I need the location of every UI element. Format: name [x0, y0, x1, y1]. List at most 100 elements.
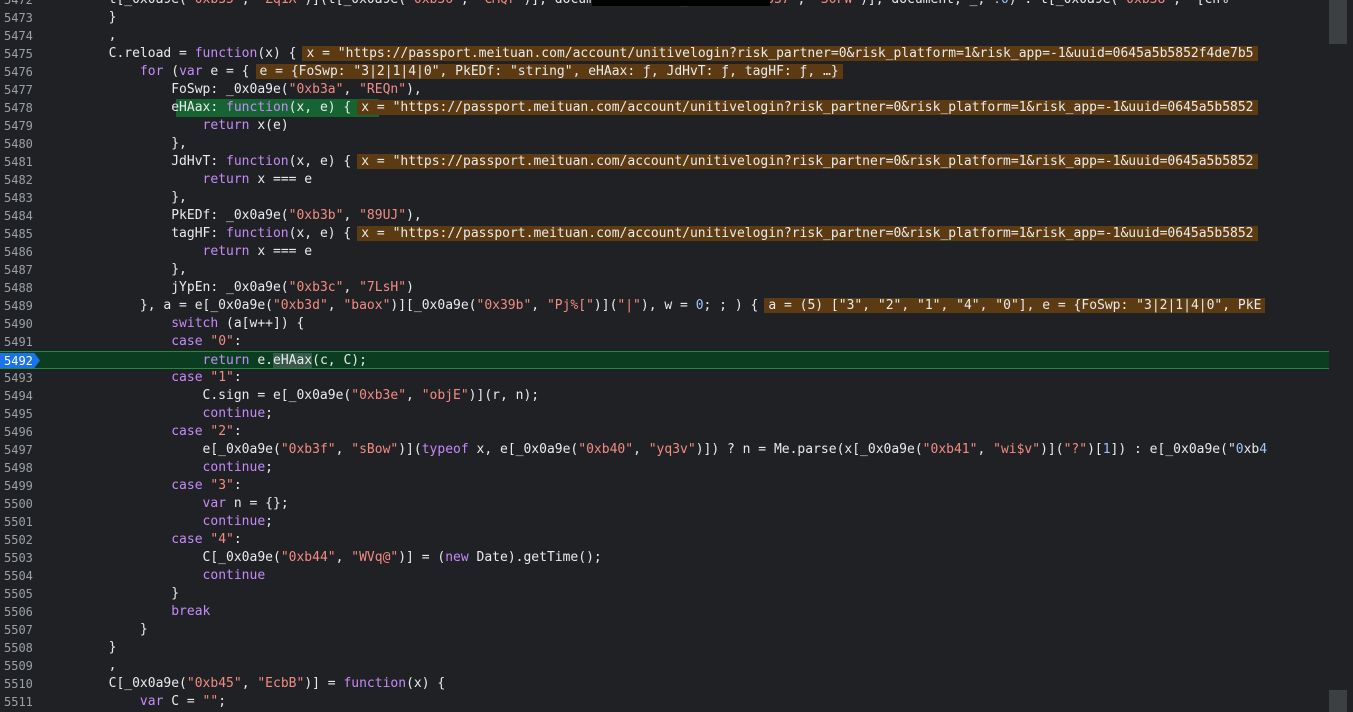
source-code-editor[interactable]: 5472 t[_0x0a9e("0xb35", "Zq1X")](t[_0x0a…: [0, 0, 1329, 712]
line-number[interactable]: 5494: [0, 387, 42, 405]
inline-value-preview[interactable]: x = "https://passport.meituan.com/accoun…: [357, 100, 1258, 115]
code-text: }: [46, 622, 148, 637]
code-line[interactable]: 5503 C[_0x0a9e("0xb44", "WVq@")] = (new …: [0, 549, 1329, 567]
code-line[interactable]: 5496 case "2":: [0, 423, 1329, 441]
line-number[interactable]: 5484: [0, 207, 42, 225]
code-line[interactable]: 5479 return x(e): [0, 117, 1329, 135]
code-text: break: [171, 604, 211, 619]
line-number[interactable]: 5495: [0, 405, 42, 423]
inline-value-preview[interactable]: e = {FoSwp: "3|2|1|4|0", PkEDf: "string"…: [255, 64, 843, 79]
code-lines: 5472 t[_0x0a9e("0xb35", "Zq1X")](t[_0x0a…: [0, 0, 1329, 711]
code-line[interactable]: 5491 case "0":: [0, 333, 1329, 351]
line-number[interactable]: 5492: [4, 352, 33, 370]
code-line[interactable]: 5483 },: [0, 189, 1329, 207]
code-text: }: [46, 586, 180, 601]
code-line[interactable]: 5510 C[_0x0a9e("0xb45", "EcbB")] = funct…: [0, 675, 1329, 693]
code-line[interactable]: 5502 case "4":: [0, 531, 1329, 549]
line-number[interactable]: 5491: [0, 333, 42, 351]
code-line[interactable]: 5481 JdHvT: function(x, e) {x = "https:/…: [0, 153, 1329, 171]
code-line[interactable]: 5489 }, a = e[_0x0a9e("0xb3d", "baox")][…: [0, 297, 1329, 315]
line-number[interactable]: 5499: [0, 477, 42, 495]
line-number[interactable]: 5482: [0, 171, 42, 189]
line-number[interactable]: 5486: [0, 243, 42, 261]
line-number[interactable]: 5489: [0, 297, 42, 315]
code-line[interactable]: 5477 FoSwp: _0x0a9e("0xb3a", "REQn"),: [0, 81, 1329, 99]
line-number[interactable]: 5500: [0, 495, 42, 513]
line-number[interactable]: 5506: [0, 603, 42, 621]
code-line[interactable]: 5495 continue;: [0, 405, 1329, 423]
line-number[interactable]: 5507: [0, 621, 42, 639]
code-line[interactable]: 5511 var C = "";: [0, 693, 1329, 711]
line-number[interactable]: 5497: [0, 441, 42, 459]
line-number[interactable]: 5478: [0, 99, 42, 117]
line-number[interactable]: 5477: [0, 81, 42, 99]
line-number[interactable]: 5498: [0, 459, 42, 477]
code-line[interactable]: 5506 break: [0, 603, 1329, 621]
code-line[interactable]: 5487 },: [0, 261, 1329, 279]
code-text: }: [46, 640, 117, 655]
code-line[interactable]: 5486 return x === e: [0, 243, 1329, 261]
code-line[interactable]: 5498 continue;: [0, 459, 1329, 477]
line-number[interactable]: 5501: [0, 513, 42, 531]
code-line[interactable]: 5497 e[_0x0a9e("0xb3f", "sBow")](typeof …: [0, 441, 1329, 459]
code-line[interactable]: 5488 jYpEn: _0x0a9e("0xb3c", "7LsH"): [0, 279, 1329, 297]
code-line[interactable]: 5482 return x === e: [0, 171, 1329, 189]
line-number[interactable]: 5476: [0, 63, 42, 81]
code-line[interactable]: 5501 continue;: [0, 513, 1329, 531]
code-line[interactable]: 5507 }: [0, 621, 1329, 639]
code-line[interactable]: 5493 case "1":: [0, 369, 1329, 387]
line-number[interactable]: 5493: [0, 369, 42, 387]
code-line[interactable]: 5476 for (var e = {e = {FoSwp: "3|2|1|4|…: [0, 63, 1329, 81]
line-number[interactable]: 5504: [0, 567, 42, 585]
vertical-scrollbar[interactable]: [1329, 0, 1353, 712]
code-text: for (var e = {e = {FoSwp: "3|2|1|4|0", P…: [46, 63, 843, 81]
line-number[interactable]: 5502: [0, 531, 42, 549]
line-number[interactable]: 5487: [0, 261, 42, 279]
line-number[interactable]: 5474: [0, 27, 42, 45]
line-number[interactable]: 5503: [0, 549, 42, 567]
line-number[interactable]: 5508: [0, 639, 42, 657]
code-text: var n = {};: [202, 496, 289, 511]
line-number[interactable]: 5510: [0, 675, 42, 693]
inline-value-preview[interactable]: x = "https://passport.meituan.com/accoun…: [357, 226, 1258, 241]
code-line[interactable]: 5504 continue: [0, 567, 1329, 585]
inline-value-preview[interactable]: x = "https://passport.meituan.com/accoun…: [357, 154, 1258, 169]
code-line[interactable]: 5505 }: [0, 585, 1329, 603]
line-number[interactable]: 5496: [0, 423, 42, 441]
code-line[interactable]: 5509 ,: [0, 657, 1329, 675]
code-line[interactable]: 5508 }: [0, 639, 1329, 657]
code-line[interactable]: 5485 tagHF: function(x, e) {x = "https:/…: [0, 225, 1329, 243]
code-text: continue;: [202, 460, 273, 475]
code-text: JdHvT: function(x, e) {x = "https://pass…: [46, 153, 1258, 171]
line-number[interactable]: 5511: [0, 693, 42, 711]
line-number[interactable]: 5509: [0, 657, 42, 675]
line-number[interactable]: 5473: [0, 9, 42, 27]
line-number[interactable]: 5485: [0, 225, 42, 243]
line-number[interactable]: 5490: [0, 315, 42, 333]
code-text: case "2":: [171, 424, 242, 439]
line-number[interactable]: 5479: [0, 117, 42, 135]
line-number[interactable]: 5480: [0, 135, 42, 153]
inline-value-preview[interactable]: a = (5) ["3", "2", "1", "4", "0"], e = {…: [764, 298, 1266, 313]
line-number[interactable]: 5483: [0, 189, 42, 207]
code-line[interactable]: 5473 }: [0, 9, 1329, 27]
scrollbar-track-end[interactable]: [1329, 690, 1347, 712]
code-line-current[interactable]: 5492 return e.eHAax(c, C);: [0, 351, 1329, 369]
line-number[interactable]: 5488: [0, 279, 42, 297]
code-line[interactable]: 5474 ,: [0, 27, 1329, 45]
code-line[interactable]: 5484 PkEDf: _0x0a9e("0xb3b", "89UJ"),: [0, 207, 1329, 225]
code-line[interactable]: 5478 eHAax: function(x, e) {x = "https:/…: [0, 99, 1329, 117]
code-line[interactable]: 5480 },: [0, 135, 1329, 153]
code-line[interactable]: 5475 C.reload = function(x) {x = "https:…: [0, 45, 1329, 63]
line-number[interactable]: 5481: [0, 153, 42, 171]
line-number[interactable]: 5472: [0, 0, 42, 9]
code-line[interactable]: 5500 var n = {};: [0, 495, 1329, 513]
code-line[interactable]: 5499 case "3":: [0, 477, 1329, 495]
code-line[interactable]: 5494 C.sign = e[_0x0a9e("0xb3e", "objE")…: [0, 387, 1329, 405]
code-text: return x(e): [202, 118, 289, 133]
inline-value-preview[interactable]: x = "https://passport.meituan.com/accoun…: [302, 46, 1258, 61]
scrollbar-thumb[interactable]: [1329, 0, 1347, 44]
line-number[interactable]: 5475: [0, 45, 42, 63]
code-line[interactable]: 5490 switch (a[w++]) {: [0, 315, 1329, 333]
line-number[interactable]: 5505: [0, 585, 42, 603]
